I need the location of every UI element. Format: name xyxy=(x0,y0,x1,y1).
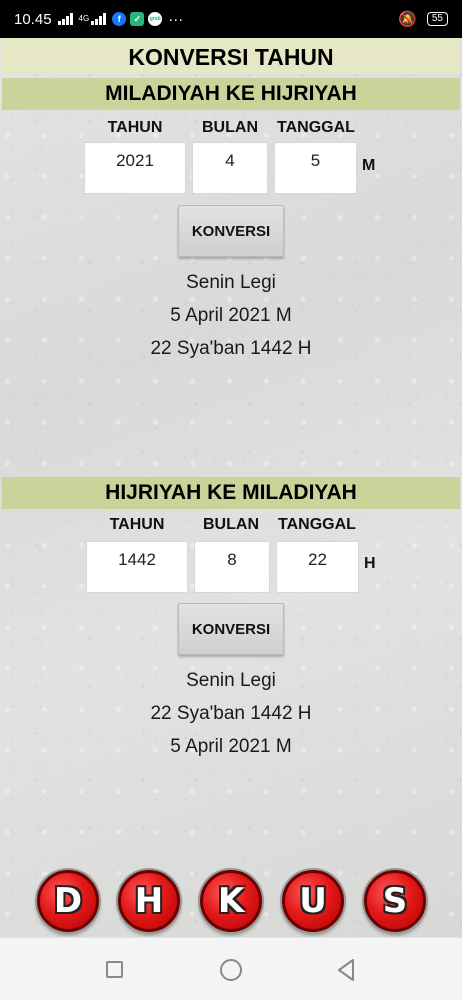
section-title-h2m: HIJRIYAH KE MILADIYAH xyxy=(2,477,460,509)
result-day-h2m: Senin Legi xyxy=(186,670,276,691)
app-title: KONVERSI TAHUN xyxy=(2,38,460,74)
grab-icon: grab xyxy=(148,12,163,26)
recents-icon[interactable] xyxy=(106,961,123,978)
month-input-h2m[interactable] xyxy=(194,541,270,593)
bottom-nav: D H K U S xyxy=(0,870,462,936)
label-day-m2h: TANGGAL xyxy=(277,119,355,136)
result-hijri-h2m: 22 Sya'ban 1442 H xyxy=(150,703,312,724)
year-input-m2h[interactable] xyxy=(84,142,186,194)
convert-button-h2m[interactable]: KONVERSI xyxy=(178,603,284,655)
signal-icon xyxy=(57,13,73,25)
result-day-m2h: Senin Legi xyxy=(186,272,276,293)
label-year-h2m: TAHUN xyxy=(109,516,165,533)
mute-icon: 🔕 xyxy=(398,11,417,28)
status-time: 10.45 xyxy=(14,10,52,28)
app-icon: ✓ xyxy=(130,12,145,26)
nav-button-h[interactable]: H xyxy=(118,870,180,932)
label-day-h2m: TANGGAL xyxy=(278,516,356,533)
year-input-h2m[interactable] xyxy=(86,541,188,593)
home-icon[interactable] xyxy=(220,959,242,981)
system-nav-bar xyxy=(0,937,462,1000)
nav-button-u[interactable]: U xyxy=(282,870,344,932)
result-gregorian-m2h: 5 April 2021 M xyxy=(170,305,292,326)
nav-button-d[interactable]: D xyxy=(37,870,99,932)
network-type: 4G xyxy=(78,14,90,23)
month-input-m2h[interactable] xyxy=(192,142,268,194)
nav-button-k[interactable]: K xyxy=(200,870,262,932)
day-input-h2m[interactable] xyxy=(276,541,359,593)
label-month-m2h: BULAN xyxy=(202,119,258,136)
label-month-h2m: BULAN xyxy=(203,516,259,533)
label-year-m2h: TAHUN xyxy=(107,119,163,136)
battery-icon: 55 xyxy=(426,12,448,26)
day-input-m2h[interactable] xyxy=(274,142,357,194)
unit-h2m: H xyxy=(364,555,376,572)
result-gregorian-h2m: 5 April 2021 M xyxy=(170,736,292,757)
more-icon: ··· xyxy=(168,10,184,28)
section-title-m2h: MILADIYAH KE HIJRIYAH xyxy=(2,78,460,110)
unit-m2h: M xyxy=(362,157,376,174)
result-hijri-m2h: 22 Sya'ban 1442 H xyxy=(150,338,312,359)
status-bar: 10.45 4G f ✓ grab ··· 🔕 55 xyxy=(0,0,462,38)
signal-icon-2 xyxy=(91,13,107,25)
back-icon[interactable] xyxy=(336,958,356,982)
convert-button-m2h[interactable]: KONVERSI xyxy=(178,205,284,257)
facebook-icon: f xyxy=(112,12,127,26)
nav-button-s[interactable]: S xyxy=(364,870,426,932)
